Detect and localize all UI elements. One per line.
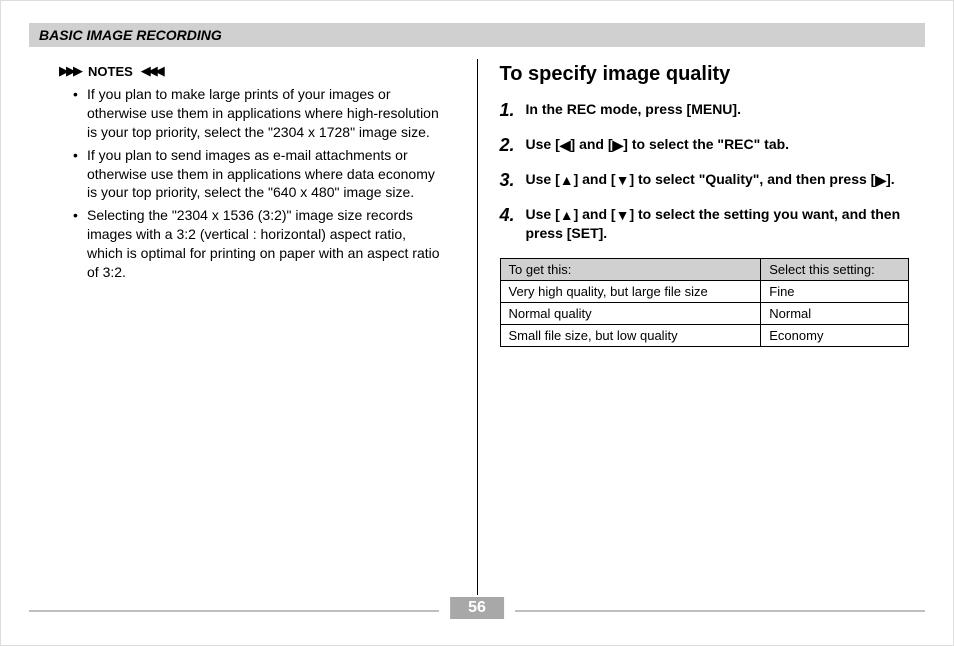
table-cell: Small file size, but low quality xyxy=(500,325,761,347)
right-column: To specify image quality In the REC mode… xyxy=(478,63,926,603)
quality-settings-table: To get this: Select this setting: Very h… xyxy=(500,258,910,347)
step-text: ] and [ xyxy=(574,206,616,222)
table-row: Very high quality, but large file size F… xyxy=(500,281,909,303)
table-row: Normal quality Normal xyxy=(500,303,909,325)
table-header: To get this: xyxy=(500,259,761,281)
two-column-layout: ▶▶▶ NOTES ◀◀◀ If you plan to make large … xyxy=(29,63,925,603)
note-item: Selecting the "2304 x 1536 (3:2)" image … xyxy=(73,206,445,282)
note-item: If you plan to make large prints of your… xyxy=(73,85,445,142)
left-column: ▶▶▶ NOTES ◀◀◀ If you plan to make large … xyxy=(29,63,477,603)
notes-label: NOTES xyxy=(88,64,133,79)
arrow-right-icon: ▶ xyxy=(613,136,624,155)
table-cell: Normal xyxy=(761,303,909,325)
page-footer: 56 xyxy=(29,603,925,629)
step-text: ] and [ xyxy=(574,171,616,187)
table-cell: Fine xyxy=(761,281,909,303)
arrow-left-icon: ◀ xyxy=(560,136,571,155)
table-header: Select this setting: xyxy=(761,259,909,281)
note-item: If you plan to send images as e-mail att… xyxy=(73,146,445,203)
step-text: ] and [ xyxy=(571,136,613,152)
procedure-steps: In the REC mode, press [MENU]. Use [◀] a… xyxy=(500,100,910,242)
arrow-down-icon: ▼ xyxy=(616,206,630,225)
step-text: In the REC mode, press [MENU]. xyxy=(526,101,741,117)
table-header-row: To get this: Select this setting: xyxy=(500,259,909,281)
page-number: 56 xyxy=(450,597,504,619)
step-text: Use [ xyxy=(526,171,560,187)
arrow-down-icon: ▼ xyxy=(616,171,630,190)
step-text: ] to select "Quality", and then press [ xyxy=(629,171,875,187)
table-cell: Economy xyxy=(761,325,909,347)
footer-rule-left xyxy=(29,610,439,612)
step-text: ] to select the "REC" tab. xyxy=(623,136,789,152)
footer-rule-right xyxy=(515,610,925,612)
subsection-heading: To specify image quality xyxy=(500,63,910,86)
step-text: Use [ xyxy=(526,206,560,222)
step-item: Use [◀] and [▶] to select the "REC" tab. xyxy=(500,135,910,154)
arrow-up-icon: ▲ xyxy=(560,206,574,225)
step-text: ]. xyxy=(886,171,895,187)
notes-list: If you plan to make large prints of your… xyxy=(73,85,445,282)
step-item: In the REC mode, press [MENU]. xyxy=(500,100,910,119)
table-row: Small file size, but low quality Economy xyxy=(500,325,909,347)
manual-page: BASIC IMAGE RECORDING ▶▶▶ NOTES ◀◀◀ If y… xyxy=(0,0,954,646)
table-cell: Very high quality, but large file size xyxy=(500,281,761,303)
play-left-icon: ◀◀◀ xyxy=(141,63,162,79)
step-text: Use [ xyxy=(526,136,560,152)
play-right-icon: ▶▶▶ xyxy=(59,63,80,79)
arrow-right-icon: ▶ xyxy=(875,171,886,190)
table-cell: Normal quality xyxy=(500,303,761,325)
step-item: Use [▲] and [▼] to select "Quality", and… xyxy=(500,170,910,189)
notes-heading: ▶▶▶ NOTES ◀◀◀ xyxy=(59,63,445,79)
step-item: Use [▲] and [▼] to select the setting yo… xyxy=(500,205,910,243)
section-header: BASIC IMAGE RECORDING xyxy=(29,23,925,47)
arrow-up-icon: ▲ xyxy=(560,171,574,190)
